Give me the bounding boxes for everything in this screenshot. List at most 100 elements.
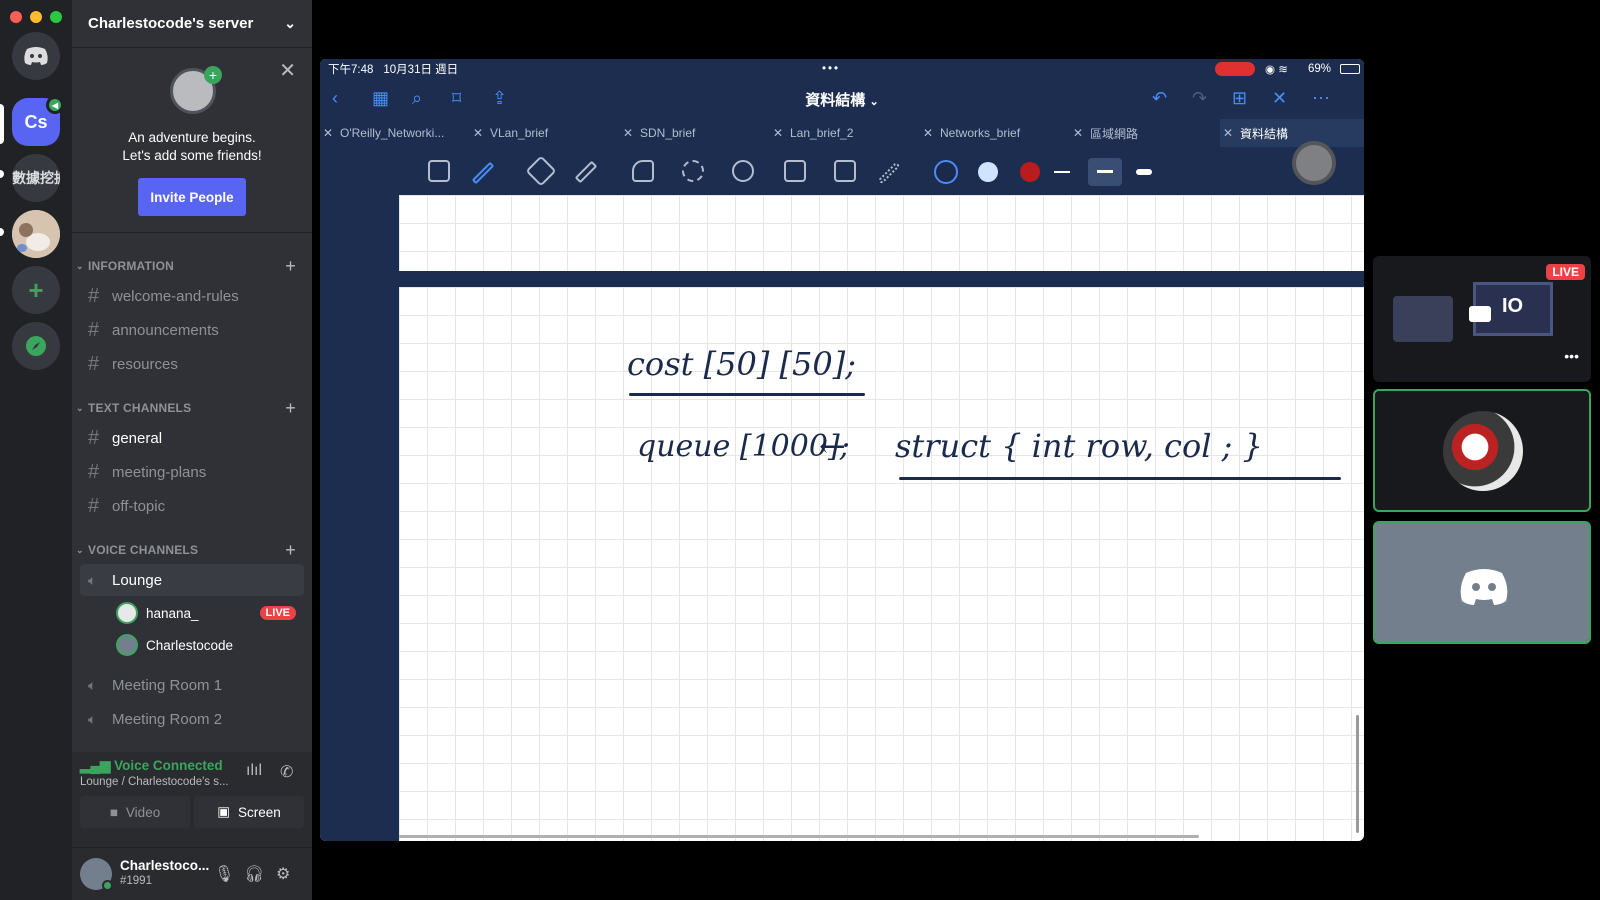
screen-share-stream[interactable]: 下午7:48 10月31日 週日 ••• ◉ ≋ 69% ‹ ▦ ⌕ ⌑ ⇪ 資…: [320, 59, 1364, 841]
gear-icon[interactable]: ⚙: [276, 864, 290, 884]
category-text-channels[interactable]: ⌄ TEXT CHANNELS +: [72, 398, 312, 418]
tab-networks-brief[interactable]: ✕ Networks_brief: [920, 119, 1070, 147]
server-header[interactable]: Charlestocode's server ⌄: [72, 0, 312, 48]
color-red-swatch[interactable]: [1020, 162, 1040, 182]
previous-page: [399, 195, 1364, 271]
category-voice-channels[interactable]: ⌄ VOICE CHANNELS +: [72, 540, 312, 560]
noise-suppression-icon[interactable]: ılıl: [246, 762, 262, 780]
add-server-button[interactable]: +: [12, 266, 60, 314]
channel-label: Meeting Room 1: [112, 676, 223, 694]
shapes-icon[interactable]: [632, 160, 654, 182]
more-icon[interactable]: ⋯: [1312, 88, 1330, 109]
participant-avatar: [1443, 411, 1523, 491]
participant-tile-charlestocode[interactable]: [1373, 521, 1591, 644]
thin-stroke-option[interactable]: [1054, 171, 1070, 173]
home-button[interactable]: [12, 32, 60, 80]
close-tab-icon[interactable]: ✕: [623, 126, 633, 140]
invite-people-button[interactable]: Invite People: [138, 178, 246, 216]
doc-title-label: 資料結構: [805, 92, 866, 109]
voice-status[interactable]: ▂▄▆ Voice Connected: [80, 758, 223, 774]
channel-off-topic[interactable]: # off-topic: [80, 490, 304, 522]
tab-oreilly[interactable]: ✕ O'Reilly_Networki...: [320, 119, 470, 147]
document-title[interactable]: 資料結構 ⌄: [320, 89, 1364, 110]
current-page[interactable]: cost [50] [50]; queue [1000]; ← struct {…: [399, 287, 1364, 841]
multitask-dots-icon[interactable]: •••: [822, 63, 840, 75]
discord-logo-icon: [1460, 569, 1508, 605]
highlighter-icon[interactable]: [574, 160, 598, 184]
video-button[interactable]: ■ Video: [80, 796, 190, 828]
compass-icon: [26, 336, 46, 356]
tab-local-network[interactable]: ✕ 區域網路: [1070, 119, 1220, 147]
category-information[interactable]: ⌄ INFORMATION +: [72, 256, 312, 276]
lasso-icon[interactable]: [682, 160, 704, 182]
image-icon[interactable]: [784, 160, 806, 182]
server-icon-charlestocode[interactable]: Cs ◀: [12, 96, 64, 146]
redo-icon[interactable]: ↷: [1192, 88, 1207, 109]
sticker-icon[interactable]: [732, 160, 754, 182]
voice-channel-meeting-room-1[interactable]: 🔈︎ Meeting Room 1: [80, 669, 304, 701]
close-tab-icon[interactable]: ✕: [473, 126, 483, 140]
disconnect-icon[interactable]: ✆: [280, 762, 293, 782]
tab-label: Lan_brief_2: [790, 126, 854, 140]
channel-label: resources: [112, 355, 178, 373]
tab-sdn-brief[interactable]: ✕ SDN_brief: [620, 119, 770, 147]
voice-status-label: Voice Connected: [114, 758, 223, 773]
laser-pointer-icon[interactable]: [877, 161, 901, 185]
channel-resources[interactable]: # resources: [80, 348, 304, 380]
close-tab-icon[interactable]: ✕: [323, 126, 333, 140]
more-options-icon[interactable]: •••: [1564, 348, 1579, 364]
voice-channel-meeting-room-2[interactable]: 🔈︎ Meeting Room 2: [80, 703, 304, 735]
add-channel-icon[interactable]: +: [285, 398, 296, 419]
close-tab-icon[interactable]: ✕: [1073, 126, 1083, 140]
close-tab-icon[interactable]: ✕: [773, 126, 783, 140]
participant-tile-hanana[interactable]: [1373, 389, 1591, 512]
online-status-indicator: [102, 880, 113, 891]
color-navy-swatch[interactable]: [934, 160, 958, 184]
page-layout-icon[interactable]: [428, 160, 450, 182]
tab-data-structures[interactable]: ✕ 資料結構: [1220, 119, 1364, 147]
microphone-icon[interactable]: 🎙︎: [214, 864, 234, 884]
hash-icon: #: [88, 426, 100, 449]
add-page-icon[interactable]: ⊞: [1232, 88, 1247, 109]
medium-stroke-option[interactable]: [1088, 158, 1122, 186]
close-icon[interactable]: ✕: [279, 58, 296, 83]
chevron-down-icon: ⌄: [76, 544, 84, 555]
headphones-icon[interactable]: 🎧︎: [244, 864, 264, 884]
explore-servers-button[interactable]: [12, 322, 60, 370]
screen-share-button[interactable]: ▣ Screen: [194, 796, 304, 828]
channel-general[interactable]: # general: [80, 422, 304, 454]
zoom-window-button[interactable]: [50, 11, 62, 23]
invite-subline: Let's add some friends!: [122, 148, 262, 163]
close-tool-icon[interactable]: ✕: [1272, 88, 1287, 109]
voice-channel-lounge[interactable]: 🔈︎ Lounge: [80, 564, 304, 596]
undo-icon[interactable]: ↶: [1152, 88, 1167, 109]
server-icon-cat[interactable]: [12, 210, 60, 258]
close-window-button[interactable]: [10, 11, 22, 23]
horizontal-scrollbar[interactable]: [399, 835, 1199, 838]
text-tool-icon[interactable]: [834, 160, 856, 182]
voice-user-hanana[interactable]: hanana_ LIVE: [116, 599, 296, 627]
tab-lan-brief-2[interactable]: ✕ Lan_brief_2: [770, 119, 920, 147]
channel-meeting-plans[interactable]: # meeting-plans: [80, 456, 304, 488]
user-tag: #1991: [120, 875, 152, 887]
pen-tool-icon[interactable]: [471, 161, 495, 185]
channel-welcome-and-rules[interactable]: # welcome-and-rules: [80, 280, 304, 312]
close-tab-icon[interactable]: ✕: [1223, 126, 1233, 140]
add-channel-icon[interactable]: +: [285, 540, 296, 561]
tab-vlan-brief[interactable]: ✕ VLan_brief: [470, 119, 620, 147]
category-label: VOICE CHANNELS: [88, 543, 199, 557]
vertical-scrollbar[interactable]: [1356, 715, 1359, 833]
assistive-touch-button[interactable]: [1292, 141, 1336, 185]
minimize-window-button[interactable]: [30, 11, 42, 23]
channel-announcements[interactable]: # announcements: [80, 314, 304, 346]
add-channel-icon[interactable]: +: [285, 256, 296, 277]
close-tab-icon[interactable]: ✕: [923, 126, 933, 140]
speaker-icon: 🔈︎: [88, 676, 97, 693]
stream-preview-tile[interactable]: IO LIVE •••: [1373, 256, 1591, 382]
speaker-icon: 🔈︎: [88, 571, 97, 588]
eraser-icon[interactable]: [525, 155, 557, 187]
server-icon-data-mining[interactable]: 數據挖掘: [12, 154, 60, 202]
thick-stroke-option[interactable]: [1136, 169, 1152, 175]
voice-user-charlestocode[interactable]: Charlestocode: [116, 631, 296, 659]
color-light-blue-swatch[interactable]: [978, 162, 998, 182]
